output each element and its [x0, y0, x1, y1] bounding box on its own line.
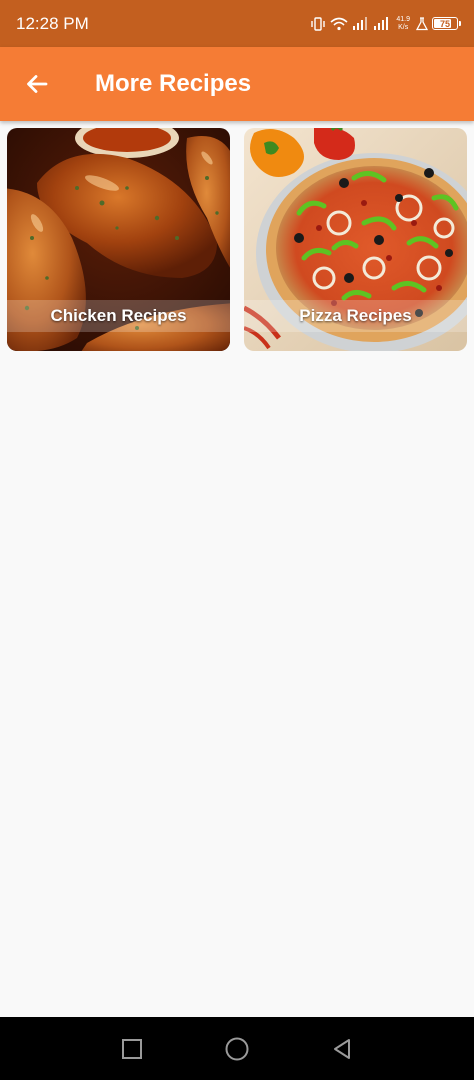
flask-icon	[416, 16, 428, 30]
network-speed-value: 41.9	[396, 15, 410, 23]
arrow-left-icon	[27, 75, 48, 93]
status-icons: 41.9 K/s 75	[310, 16, 461, 32]
recipe-grid: Chicken Recipes Pizza Recipes	[7, 128, 467, 351]
status-time: 12:28 PM	[16, 13, 89, 33]
back-triangle-icon	[333, 1038, 350, 1059]
system-back-button[interactable]	[322, 1029, 362, 1069]
battery-level: 75	[439, 18, 450, 29]
recipe-card-label: Pizza Recipes	[244, 300, 467, 332]
recipe-card-chicken[interactable]: Chicken Recipes	[7, 128, 230, 351]
signal-icon	[353, 17, 368, 30]
recipe-card-label: Chicken Recipes	[7, 300, 230, 332]
network-speed-unit: K/s	[398, 23, 409, 31]
page-title: More Recipes	[95, 70, 252, 97]
recent-apps-icon	[122, 1038, 143, 1059]
status-bar: 12:28 PM 41.9 K/s 75	[0, 0, 474, 47]
signal-icon	[374, 17, 389, 30]
system-nav-bar	[0, 1017, 474, 1080]
recent-apps-button[interactable]	[112, 1029, 152, 1069]
wifi-icon	[330, 17, 348, 30]
app-bar: More Recipes	[0, 47, 474, 121]
battery-icon: 75	[432, 17, 461, 30]
home-icon	[225, 1037, 249, 1060]
recipe-card-pizza[interactable]: Pizza Recipes	[244, 128, 467, 351]
network-speed: 41.9 K/s	[396, 16, 410, 32]
back-button[interactable]	[17, 64, 57, 104]
vibrate-icon	[311, 16, 326, 31]
home-button[interactable]	[217, 1029, 257, 1069]
